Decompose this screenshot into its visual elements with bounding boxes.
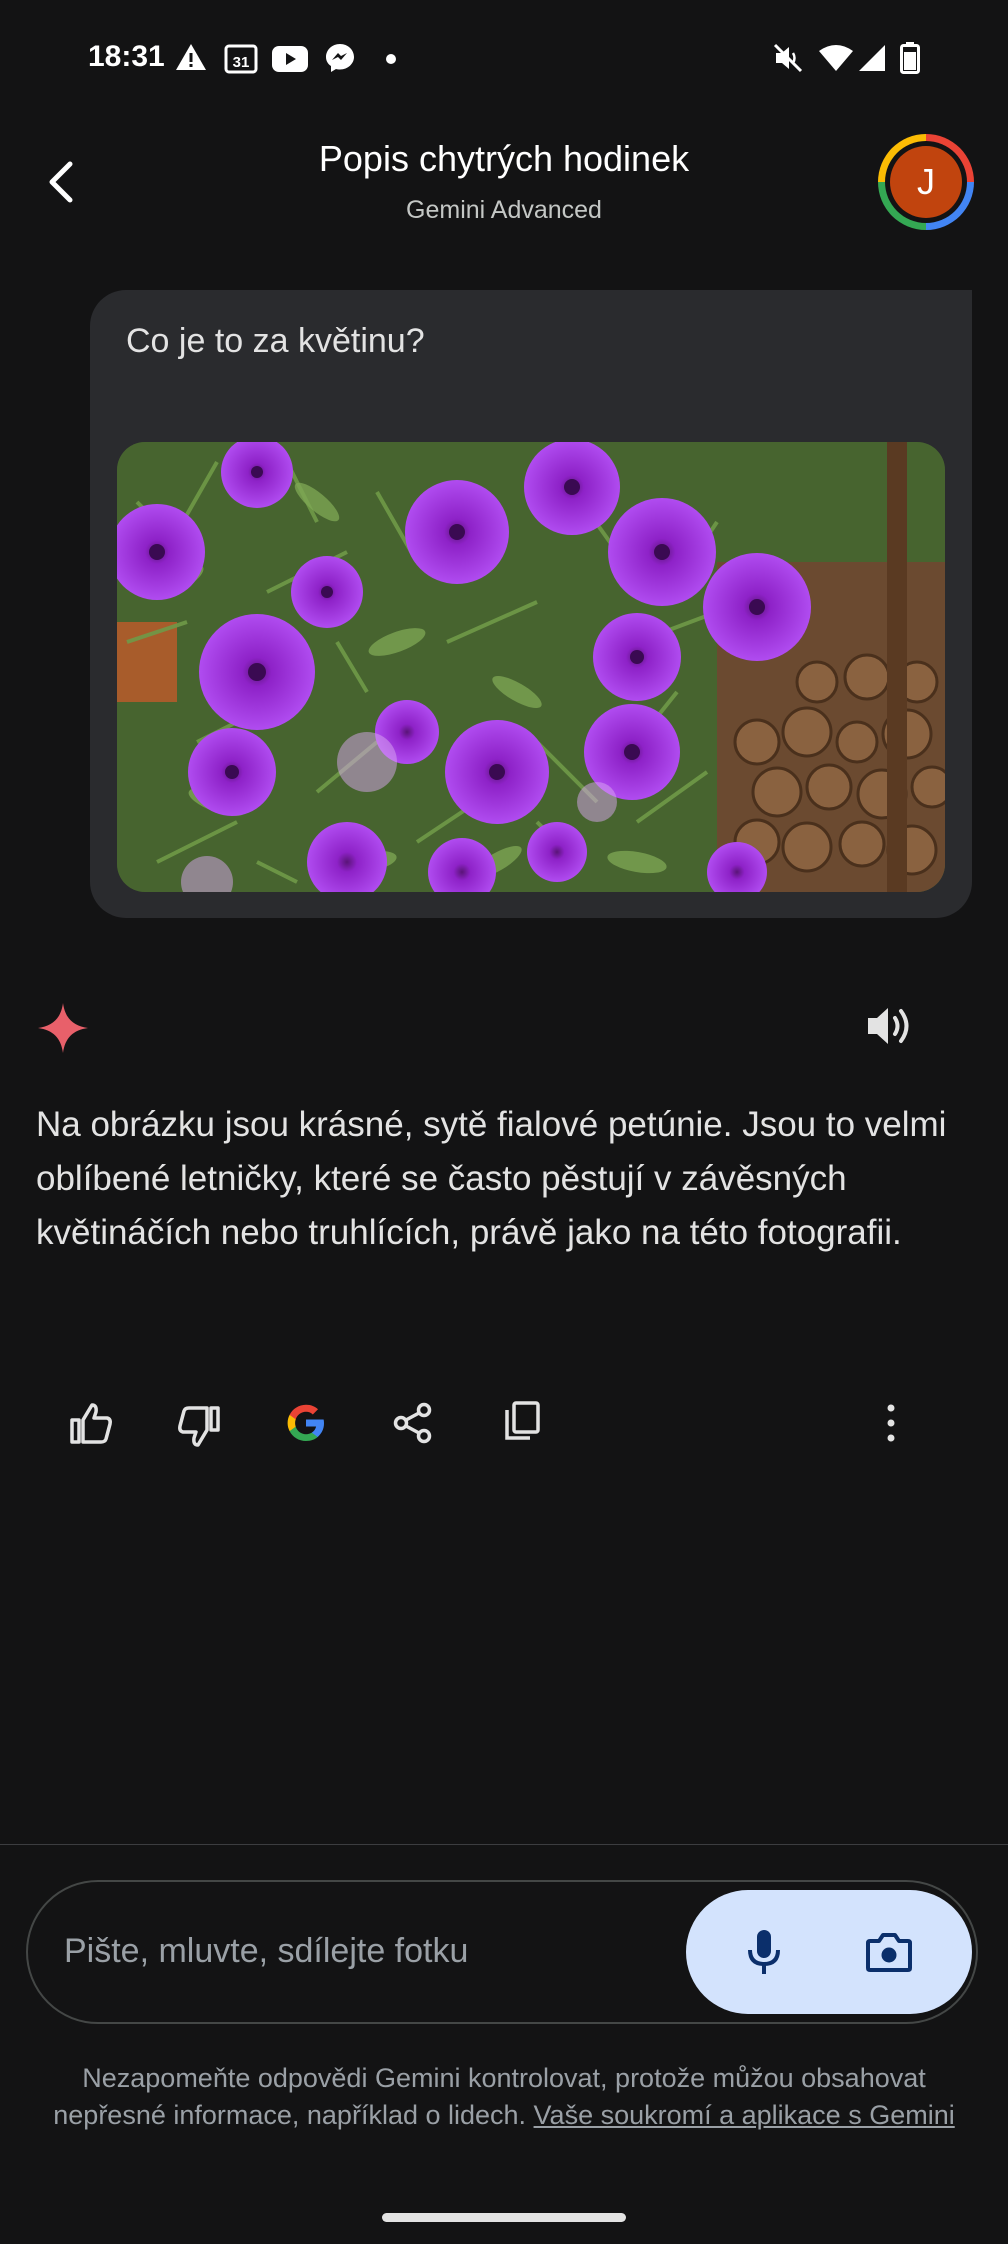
avatar-initial: J	[890, 146, 962, 218]
read-aloud-button[interactable]	[864, 1002, 916, 1050]
chat-title: Popis chytrých hodinek	[318, 138, 690, 179]
google-icon	[287, 1404, 324, 1441]
messenger-icon	[324, 42, 356, 74]
thumb-down-icon	[178, 1406, 220, 1447]
more-options-button[interactable]	[878, 1402, 904, 1444]
model-name: Gemini Advanced	[406, 196, 602, 224]
google-search-button[interactable]	[284, 1401, 328, 1445]
gemini-spark-icon	[38, 1003, 88, 1053]
home-indicator[interactable]	[382, 2213, 626, 2222]
prompt-input[interactable]: Pište, mluvte, sdílejte fotku	[64, 1932, 468, 1971]
microphone-icon	[748, 1930, 780, 1974]
camera-button[interactable]	[866, 1932, 912, 1972]
response-text: Na obrázku jsou krásné, sytě fialové pet…	[36, 1105, 947, 1252]
user-message-bubble: Co je to za květinu?	[90, 290, 972, 918]
warning-icon	[174, 42, 208, 72]
input-divider	[0, 1844, 1008, 1845]
copy-icon	[505, 1401, 540, 1440]
share-icon	[393, 1402, 432, 1444]
attached-photo[interactable]	[117, 442, 945, 892]
mute-icon	[772, 42, 804, 74]
avatar-button[interactable]: J	[878, 134, 974, 230]
more-icon	[887, 1404, 895, 1442]
thumb-up-icon	[70, 1403, 112, 1444]
copy-button[interactable]	[502, 1400, 542, 1442]
share-button[interactable]	[392, 1402, 434, 1444]
disclaimer: Nezapomeňte odpovědi Gemini kontrolovat,…	[40, 2060, 968, 2134]
like-button[interactable]	[68, 1400, 114, 1446]
wifi-icon	[818, 44, 854, 72]
input-actions	[686, 1890, 972, 2014]
camera-icon	[866, 1933, 912, 1972]
status-time: 18:31	[88, 40, 165, 73]
user-message-text: Co je to za květinu?	[126, 322, 425, 360]
battery-icon	[900, 42, 920, 74]
privacy-link[interactable]: Vaše soukromí a aplikace s Gemini	[534, 2100, 955, 2130]
microphone-button[interactable]	[746, 1928, 782, 1976]
prompt-input-bar[interactable]: Pište, mluvte, sdílejte fotku	[26, 1880, 978, 2024]
signal-icon	[858, 44, 886, 72]
dot-icon	[386, 54, 396, 64]
youtube-icon	[272, 46, 308, 72]
speaker-icon	[868, 1008, 909, 1044]
calendar-icon: 31	[224, 42, 258, 74]
dislike-button[interactable]	[176, 1404, 222, 1450]
calendar-day: 31	[233, 54, 250, 71]
